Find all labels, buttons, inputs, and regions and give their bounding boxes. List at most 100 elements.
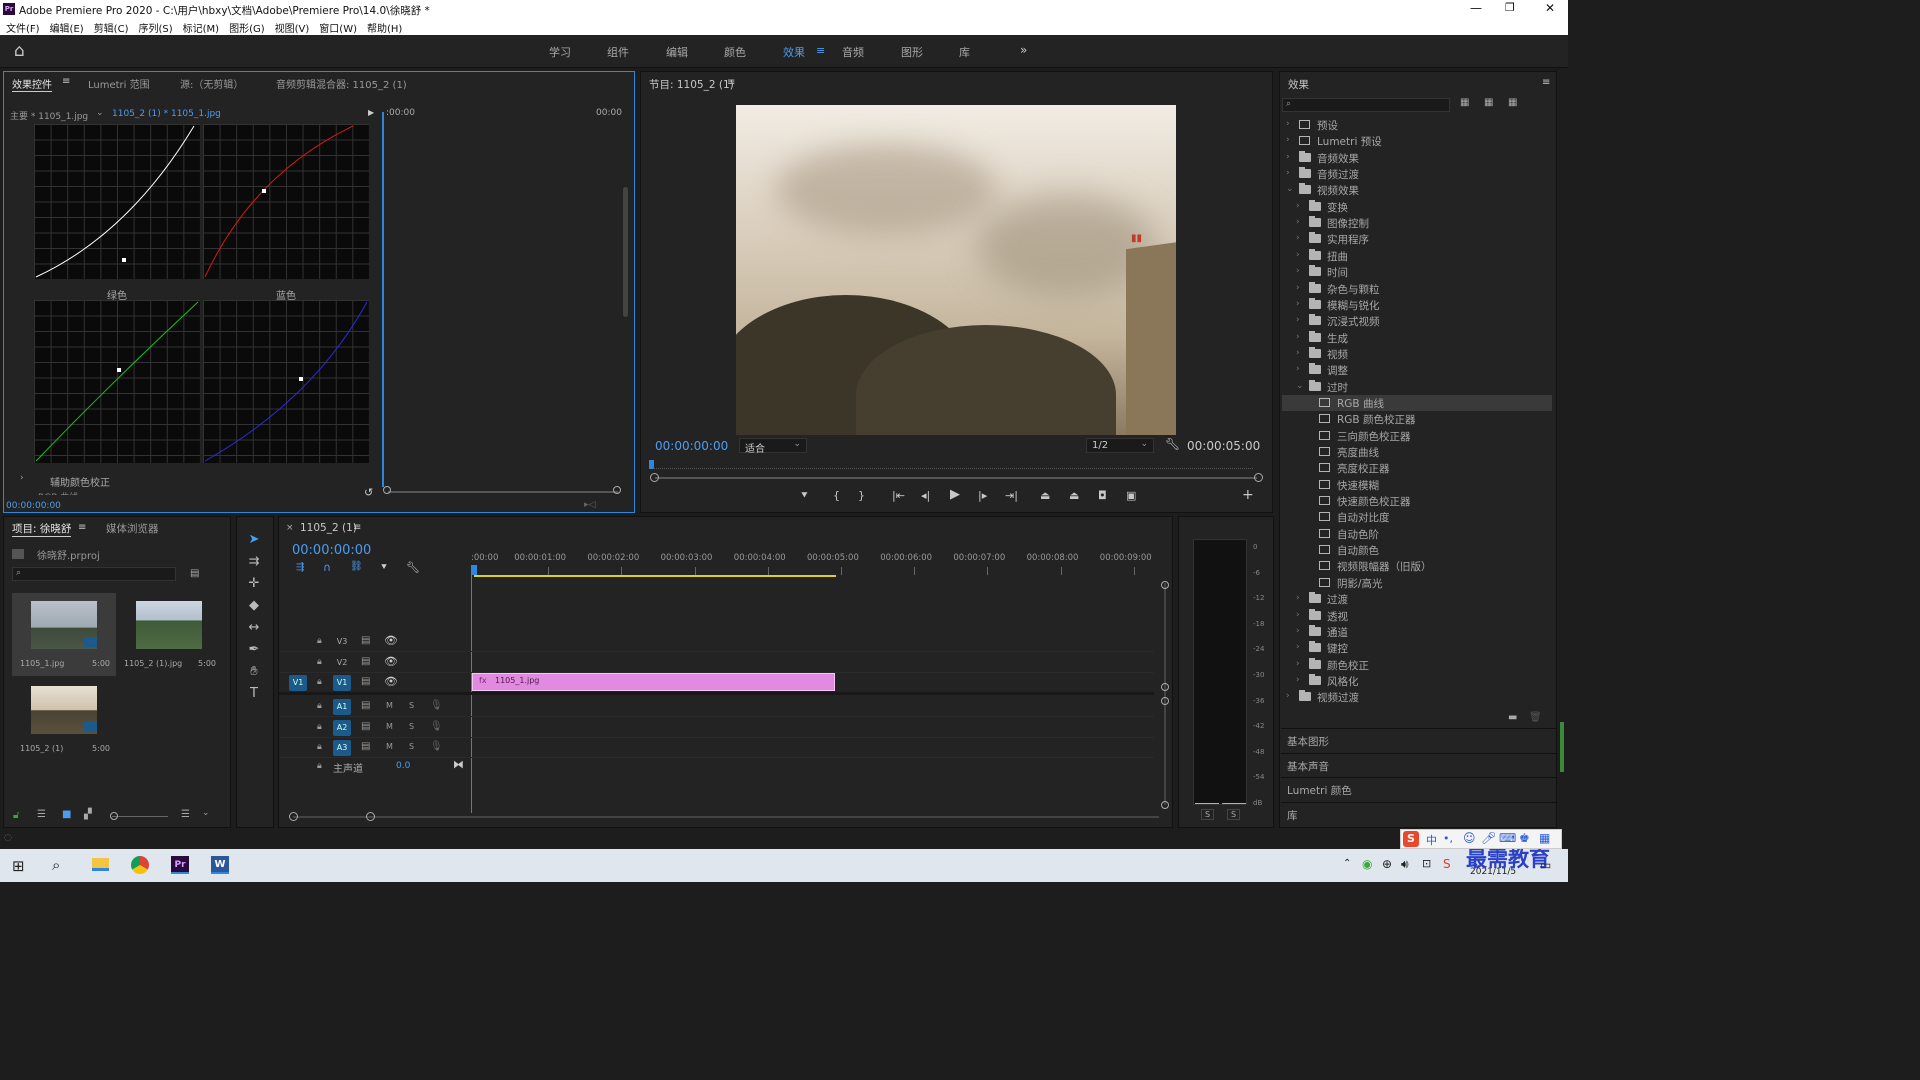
effects-tree-item[interactable]: 自动色阶 [1282,526,1552,542]
chevron-right-icon[interactable]: › [1296,332,1304,342]
pen-tool-icon[interactable]: ✒ [245,641,263,659]
chevron-down-icon[interactable]: ⌄ [96,108,104,118]
slip-tool-icon[interactable]: ↔ [245,619,263,637]
file-explorer-icon[interactable] [92,858,109,871]
chevron-down-icon[interactable]: ⌄ [202,808,210,818]
chevron-right-icon[interactable]: › [1296,626,1304,636]
effects-tree-item[interactable]: ⌄ 视频效果 [1282,182,1552,198]
hand-tool-icon[interactable]: ✋︎ [245,663,263,681]
lock-icon[interactable]: 🔒︎ [317,722,322,732]
menu-item[interactable]: 文件(F) [6,20,40,35]
go-to-in-icon[interactable]: |⇤ [892,489,905,502]
video-track-row[interactable]: 🔒︎ V2 ▤ 👁︎ [279,653,1154,673]
master-curve-graph[interactable] [34,124,200,279]
timeline-playhead-marker[interactable] [471,565,477,575]
track-target-button[interactable]: V1 [333,675,351,691]
menu-item[interactable]: 帮助(H) [367,20,402,35]
project-tab[interactable]: 媒体浏览器 [106,521,159,536]
menu-item[interactable]: 剪辑(C) [94,20,129,35]
effects-section[interactable]: 基本声音 [1281,752,1556,775]
search-icon[interactable]: ⌕ [52,856,60,874]
track-target-button[interactable]: A1 [333,699,351,715]
minimize-icon[interactable]: — [1470,1,1482,15]
chevron-right-icon[interactable]: › [1296,233,1304,243]
effects-tree-item[interactable]: › 图像控制 [1282,215,1552,231]
chevron-right-icon[interactable]: › [1296,364,1304,374]
master-clip-label[interactable]: 主要 * 1105_1.jpg [10,109,88,122]
panel-menu-icon[interactable]: ≡ [1542,77,1550,88]
chevron-right-icon[interactable]: › [1286,691,1294,701]
track-divider[interactable] [279,692,1154,695]
effects-tree-item[interactable]: 自动对比度 [1282,509,1552,525]
effects-tree-item[interactable]: › 扭曲 [1282,248,1552,264]
v-scroll-handle[interactable] [1161,697,1169,705]
h-scroll-handle-right[interactable] [366,812,375,821]
effects-scrollbar[interactable] [1560,722,1564,772]
menu-item[interactable]: 序列(S) [138,20,172,35]
project-item[interactable]: 1105_2 (1).jpg 5:00 [118,593,222,676]
sync-lock-icon[interactable]: ▤ [361,700,370,711]
audio-track-row[interactable]: 🔒︎ A1 ▤ M S 🎙︎ [279,697,1154,717]
freeform-view-icon[interactable]: ▞ [84,809,92,820]
project-item[interactable]: 1105_2 (1) 5:00 [12,678,116,761]
snap-icon[interactable]: ∩ [323,561,331,574]
solo-right-button[interactable]: S [1227,809,1241,820]
word-taskbar-icon[interactable]: W [211,856,229,874]
premiere-taskbar-icon[interactable]: Pr [171,856,189,874]
lock-icon[interactable]: 🔒︎ [317,742,322,752]
effects-tree-item[interactable]: › 键控 [1282,640,1552,656]
yuv-effects-icon[interactable]: ▦ [1508,97,1517,108]
track-target-button[interactable]: V2 [333,655,351,671]
ec-timecode[interactable]: 00:00:00:00 [6,501,61,511]
home-icon[interactable]: ⌂ [14,41,25,61]
fit-dropdown[interactable]: 适合 ⌄ [739,438,807,455]
effects-tree-item[interactable]: RGB 曲线 [1282,394,1552,411]
nest-icon[interactable]: ⇶ [296,562,304,573]
ec-zoom-handle-left[interactable] [383,486,391,494]
project-item[interactable]: 1105_1.jpg 5:00 [12,593,116,676]
panel-menu-icon[interactable]: ≡ [78,522,86,533]
zoom-handle-left[interactable] [650,473,659,482]
linked-selection-icon[interactable]: ⛓︎ [350,561,363,572]
green-curve-graph[interactable] [34,300,200,463]
eye-icon[interactable]: 👁︎ [384,634,398,647]
ime-toolbar[interactable]: S 中 •, ☺ 🎤︎ ⌨ ♚ ▦ [1400,829,1562,849]
workspace-tab[interactable]: 学习 [549,44,571,60]
ripple-edit-tool-icon[interactable]: ✛ [245,575,263,593]
accelerated-effects-icon[interactable]: ▦ [1460,97,1469,108]
new-bin-icon[interactable]: ▬ [1508,712,1517,723]
effects-tree-item[interactable]: › 透视 [1282,608,1552,624]
effect-controls-tab[interactable]: Lumetri 范围 [88,76,150,91]
timeline-clip[interactable]: fx 1105_1.jpg [472,673,835,691]
go-to-end-icon[interactable]: ⧓ [453,758,464,771]
microphone-icon[interactable]: 🎙︎ [430,721,443,732]
workspace-tab[interactable]: 效果 [783,44,805,60]
slider-handle[interactable] [110,812,118,820]
list-view-icon[interactable]: ☰ [37,809,46,820]
audio-track-row[interactable]: 🔒︎ A3 ▤ M S 🎙︎ [279,738,1154,758]
panel-menu-icon[interactable]: ≡ [62,76,70,87]
effects-tree-item[interactable]: › 模糊与锐化 [1282,297,1552,313]
h-scroll-handle-left[interactable] [289,812,298,821]
lock-icon[interactable]: 🔒︎ [317,761,322,771]
sync-lock-icon[interactable]: ▤ [361,721,370,732]
comparison-view-icon[interactable]: ▣ [1126,489,1136,502]
effects-tree-item[interactable]: › 视频 [1282,346,1552,362]
mute-button[interactable]: M [386,722,393,731]
effects-tree-item[interactable]: › Lumetri 预设 [1282,133,1552,149]
v-scroll-handle[interactable] [1161,801,1169,809]
chevron-right-icon[interactable]: › [1286,119,1294,129]
chevron-right-icon[interactable]: › [1296,348,1304,358]
program-video-frame[interactable]: ▮▮ [736,105,1176,435]
track-target-button[interactable]: A2 [333,719,351,736]
track-target-button[interactable]: A3 [333,740,351,756]
step-back-icon[interactable]: ◂| [921,489,930,502]
chevron-right-icon[interactable]: › [1296,250,1304,260]
menu-item[interactable]: 编辑(E) [50,20,84,35]
v-scroll-handle[interactable] [1161,683,1169,691]
workspace-tab[interactable]: 编辑 [666,44,688,60]
effects-tree-item[interactable]: 自动颜色 [1282,542,1552,558]
chevron-right-icon[interactable]: › [1296,675,1304,685]
effects-tree-item[interactable]: 快速模糊 [1282,477,1552,493]
lock-icon[interactable]: 🔓︎ [13,810,19,821]
